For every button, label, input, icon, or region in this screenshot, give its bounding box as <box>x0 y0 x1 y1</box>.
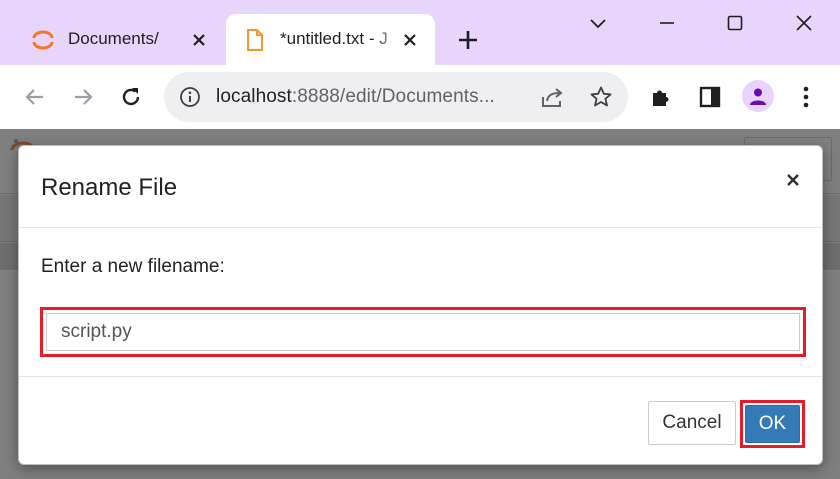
info-icon[interactable] <box>178 85 202 109</box>
tab-title: Documents/ <box>68 29 159 48</box>
address-bar[interactable]: localhost:8888/edit/Documents... <box>164 72 628 122</box>
rename-file-dialog: Rename File Enter a new filename: Cancel… <box>18 145 823 465</box>
url-host: localhost <box>216 86 292 107</box>
forward-icon[interactable] <box>70 84 96 110</box>
url-path: :8888/edit/Documents... <box>291 86 495 107</box>
ok-button[interactable]: OK <box>745 405 800 443</box>
close-window-icon[interactable] <box>791 10 817 36</box>
input-highlight-box <box>40 307 806 357</box>
tab-strip: Documents/ *untitled.txt - J <box>0 0 840 65</box>
more-options-icon[interactable] <box>793 84 819 110</box>
file-icon <box>242 27 268 53</box>
dialog-footer: Cancel OK <box>19 377 822 466</box>
tab-title: *untitled.txt - J <box>280 29 388 48</box>
bookmark-star-icon[interactable] <box>588 84 614 110</box>
chevron-down-icon[interactable] <box>585 10 611 36</box>
reload-icon[interactable] <box>118 84 144 110</box>
browser-toolbar: localhost:8888/edit/Documents... <box>0 65 840 129</box>
dialog-body: Enter a new filename: <box>19 228 822 377</box>
jupyter-icon <box>30 27 56 53</box>
dialog-title: Rename File <box>41 174 178 201</box>
filename-prompt: Enter a new filename: <box>41 256 225 277</box>
filename-input[interactable] <box>46 313 800 351</box>
minimize-icon[interactable] <box>654 10 680 36</box>
profile-avatar-icon[interactable] <box>742 80 774 112</box>
tab-documents[interactable]: Documents/ <box>14 14 224 65</box>
tab-untitled[interactable]: *untitled.txt - J <box>226 14 435 65</box>
back-icon[interactable] <box>22 84 48 110</box>
close-icon[interactable] <box>397 27 423 53</box>
share-icon[interactable] <box>540 84 566 110</box>
dialog-header: Rename File <box>19 146 822 228</box>
url-text[interactable]: localhost:8888/edit/Documents... <box>216 86 526 108</box>
ok-highlight-box: OK <box>740 400 805 448</box>
extensions-puzzle-icon[interactable] <box>648 84 674 110</box>
close-icon[interactable] <box>781 168 805 192</box>
side-panel-icon[interactable] <box>697 84 723 110</box>
cancel-button[interactable]: Cancel <box>648 401 736 445</box>
close-icon[interactable] <box>186 27 212 53</box>
maximize-icon[interactable] <box>722 10 748 36</box>
new-tab-icon[interactable] <box>455 27 481 53</box>
